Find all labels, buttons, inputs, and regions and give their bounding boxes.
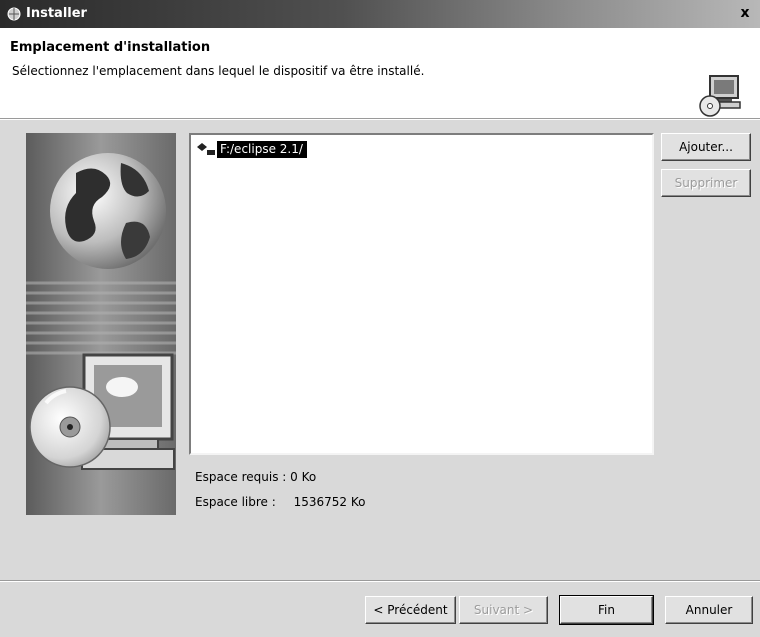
space-required: Espace requis : 0 Ko [195, 470, 316, 484]
space-free-label: Espace libre : [195, 495, 276, 509]
location-list[interactable]: F:/eclipse 2.1/ [189, 133, 654, 455]
wizard-side-image [26, 133, 176, 515]
space-free-value: 1536752 Ko [293, 495, 366, 509]
folder-location-icon [197, 143, 215, 155]
previous-button[interactable]: < Précédent [365, 596, 456, 624]
close-button[interactable]: x [736, 5, 754, 22]
page-title: Emplacement d'installation [10, 40, 211, 55]
title-bar[interactable]: Installer x [0, 0, 760, 28]
space-free: Espace libre : 1536752 Ko [195, 495, 366, 509]
header-divider [0, 119, 760, 120]
wizard-header: Emplacement d'installation Sélectionnez … [0, 28, 760, 119]
page-description: Sélectionnez l'emplacement dans lequel l… [12, 64, 425, 78]
list-item[interactable]: F:/eclipse 2.1/ [195, 140, 307, 158]
finish-button[interactable]: Fin [559, 595, 654, 625]
next-button[interactable]: Suivant > [459, 596, 548, 624]
add-location-button[interactable]: Ajouter... [661, 133, 751, 161]
space-required-value: 0 Ko [290, 470, 317, 484]
cancel-button[interactable]: Annuler [665, 596, 753, 624]
footer-divider-highlight [0, 581, 760, 582]
close-icon: x [740, 5, 750, 21]
cd-icon [29, 386, 111, 468]
globe-icon [50, 153, 166, 269]
computer-cd-icon [699, 75, 741, 117]
installer-icon [7, 7, 21, 21]
window-title: Installer [26, 6, 87, 21]
space-required-label: Espace requis : [195, 470, 287, 484]
location-path: F:/eclipse 2.1/ [217, 140, 307, 158]
remove-location-button[interactable]: Supprimer [661, 169, 751, 197]
